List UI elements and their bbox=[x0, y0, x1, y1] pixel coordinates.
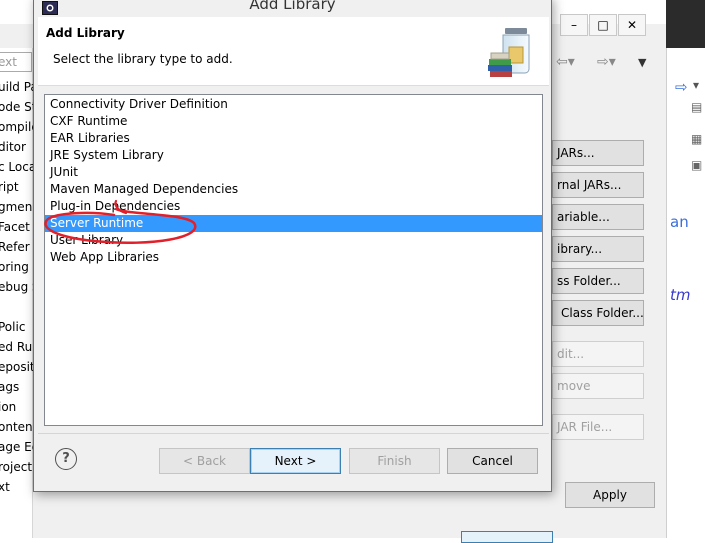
nav-tree-item[interactable]: eposit bbox=[0, 360, 35, 374]
nav-tree-item[interactable]: ode St bbox=[0, 100, 36, 114]
close-button[interactable]: ✕ bbox=[618, 14, 646, 36]
library-item[interactable]: JUnit bbox=[45, 164, 542, 181]
nav-tree-item[interactable]: c Loca bbox=[0, 160, 36, 174]
library-item[interactable]: EAR Libraries bbox=[45, 130, 542, 147]
nav-tree-item[interactable]: ion bbox=[0, 400, 16, 414]
nav-tree-item[interactable]: onten bbox=[0, 420, 33, 434]
library-item[interactable]: Plug-in Dependencies bbox=[45, 198, 542, 215]
library-item[interactable]: Connectivity Driver Definition bbox=[45, 96, 542, 113]
library-type-list[interactable]: Connectivity Driver Definition CXF Runtim… bbox=[44, 94, 543, 426]
nav-tree-item[interactable]: gmen bbox=[0, 200, 32, 214]
build-path-button[interactable]: ss Folder... bbox=[552, 268, 644, 294]
filter-input[interactable]: ext bbox=[0, 52, 32, 72]
editor-strip: ⇨ ▾ ▤ ▦ ▣ an tm bbox=[666, 48, 705, 538]
help-button[interactable]: ? bbox=[55, 448, 77, 470]
nav-tree-item[interactable]: Refer bbox=[0, 240, 30, 254]
header-description: Select the library type to add. bbox=[53, 52, 233, 66]
hierarchy-icon: ▦ bbox=[691, 132, 703, 146]
library-item[interactable]: Server Runtime bbox=[45, 215, 542, 232]
build-path-button[interactable]: ariable... bbox=[552, 204, 644, 230]
back-arrow-icon[interactable]: ⇦▾ bbox=[556, 54, 575, 70]
nav-tree-item[interactable]: ript bbox=[0, 180, 19, 194]
nav-tree-item[interactable]: ed Ru bbox=[0, 340, 32, 354]
wizard-header: Add Library Select the library type to a… bbox=[38, 17, 549, 86]
library-item[interactable]: CXF Runtime bbox=[45, 113, 542, 130]
apply-button[interactable]: Apply bbox=[565, 482, 655, 508]
header-title: Add Library bbox=[46, 26, 125, 40]
ok-button-partial[interactable] bbox=[461, 531, 553, 543]
dialog-title: Add Library bbox=[249, 0, 336, 13]
library-jars-icon bbox=[488, 28, 530, 77]
finish-button[interactable]: Finish bbox=[349, 448, 440, 474]
add-library-dialog: Add Library Add Library Select the libra… bbox=[33, 0, 552, 492]
code-fragment-1: an bbox=[670, 213, 689, 231]
build-path-button[interactable]: ibrary... bbox=[552, 236, 644, 262]
build-path-button[interactable]: move bbox=[552, 373, 644, 399]
dialog-titlebar: Add Library bbox=[34, 0, 551, 17]
next-button[interactable]: Next > bbox=[250, 448, 341, 474]
chevron-down-icon: ▾ bbox=[693, 78, 700, 92]
nav-tree-item[interactable]: roject bbox=[0, 460, 32, 474]
nav-tree-item[interactable]: ditor bbox=[0, 140, 26, 154]
nav-tree-item[interactable]: ags bbox=[0, 380, 19, 394]
build-path-button[interactable]: dit... bbox=[552, 341, 644, 367]
filter-placeholder: ext bbox=[0, 55, 17, 69]
library-item[interactable]: Maven Managed Dependencies bbox=[45, 181, 542, 198]
forward-arrow-icon[interactable]: ⇨▾ bbox=[597, 54, 616, 70]
view-menu-icon[interactable]: ▼ bbox=[638, 56, 646, 69]
nav-tree-item[interactable]: xt bbox=[0, 480, 10, 494]
outline-icon: ▤ bbox=[691, 100, 703, 114]
build-path-button[interactable]: JAR File... bbox=[552, 414, 644, 440]
task-icon: ▣ bbox=[691, 158, 703, 172]
minimize-button[interactable]: – bbox=[560, 14, 588, 36]
nav-tree-item[interactable]: Facet bbox=[0, 220, 30, 234]
nav-tree-item[interactable]: Polic bbox=[0, 320, 25, 334]
build-path-button[interactable]: rnal JARs... bbox=[552, 172, 644, 198]
nav-tree-item[interactable]: oring bbox=[0, 260, 29, 274]
button-bar-separator bbox=[38, 433, 549, 434]
cancel-button[interactable]: Cancel bbox=[447, 448, 538, 474]
library-item[interactable]: User Library bbox=[45, 232, 542, 249]
build-path-button[interactable]: JARs... bbox=[552, 140, 644, 166]
code-fragment-2: tm bbox=[670, 286, 691, 304]
workspace-dark-edge bbox=[666, 0, 705, 48]
arrow-icon: ⇨ bbox=[675, 78, 688, 96]
library-item[interactable]: JRE System Library bbox=[45, 147, 542, 164]
maximize-button[interactable]: □ bbox=[589, 14, 617, 36]
library-item[interactable]: Web App Libraries bbox=[45, 249, 542, 266]
back-button[interactable]: < Back bbox=[159, 448, 250, 474]
build-path-button[interactable]: Class Folder... bbox=[552, 300, 644, 326]
